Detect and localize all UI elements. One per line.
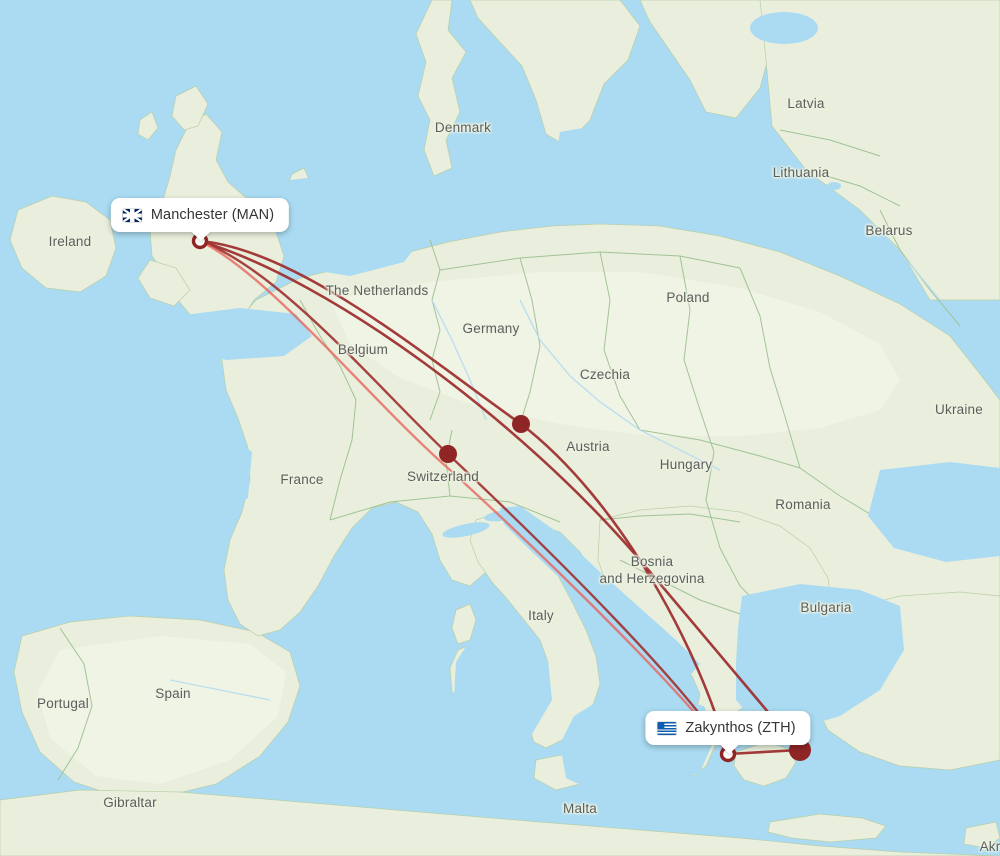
united-kingdom-flag — [122, 208, 142, 222]
airport-tooltip-destination[interactable]: Zakynthos (ZTH) — [645, 711, 811, 754]
flight-route-map[interactable]: Ireland Denmark Latvia Lithuania Belarus The … — [0, 0, 1000, 856]
waypoint-zurich[interactable] — [439, 445, 457, 463]
airport-tooltip-destination-label: Zakynthos (ZTH) — [685, 720, 796, 736]
airport-tooltip-origin[interactable]: Manchester (MAN) — [110, 198, 290, 241]
airport-tooltip-origin-label: Manchester (MAN) — [150, 207, 275, 223]
greece-flag — [657, 721, 677, 735]
map-canvas — [0, 0, 1000, 856]
waypoint-munich[interactable] — [512, 415, 530, 433]
tooltip-tail-icon — [190, 231, 211, 241]
tooltip-tail-icon — [718, 744, 739, 754]
